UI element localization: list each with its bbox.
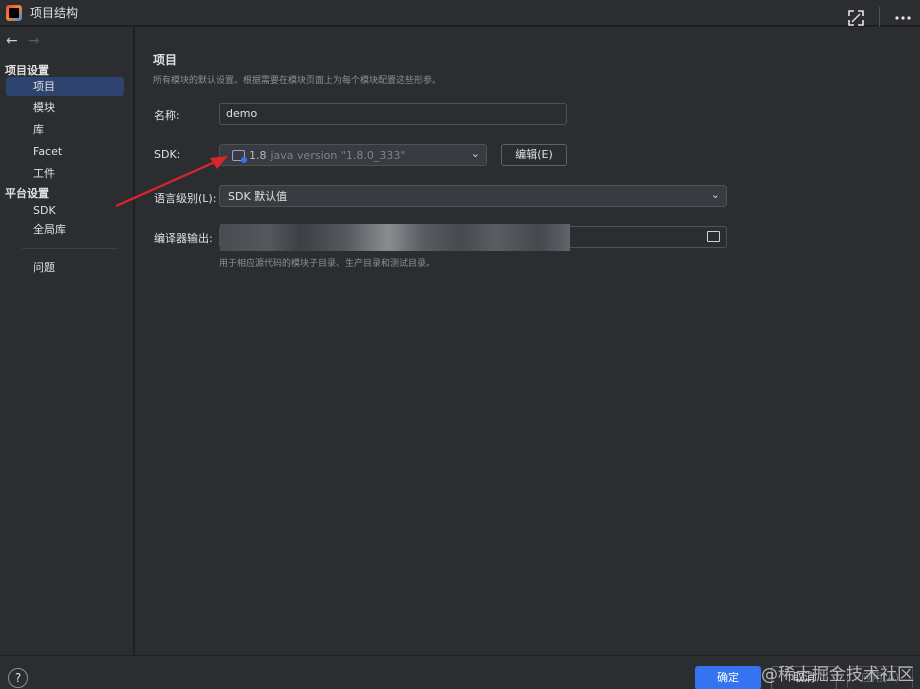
sidebar-divider (22, 248, 118, 249)
sidebar-item-problems[interactable]: 问题 (6, 258, 124, 277)
chevron-down-icon: ⌄ (710, 188, 720, 201)
compiler-output-label: 编译器输出: (154, 232, 213, 245)
ok-button[interactable]: 确定 (695, 666, 761, 689)
sdk-dropdown[interactable]: 1.8 java version "1.8.0_333" ⌄ (219, 144, 487, 166)
sidebar: ← → 项目设置 项目 模块 库 Facet 工件 平台设置 SDK 全局库 问… (0, 27, 134, 655)
sidebar-item-project[interactable]: 项目 (6, 77, 124, 96)
compiler-output-hint: 用于相应源代码的模块子目录、生产目录和测试目录。 (219, 259, 436, 269)
window-title: 项目结构 (30, 6, 79, 20)
project-name-field[interactable]: demo (219, 103, 567, 125)
main-panel: 项目 所有模块的默认设置。根据需要在模块页面上为每个模块配置这些形参。 名称: … (135, 27, 920, 655)
sidebar-item-libraries[interactable]: 库 (6, 120, 124, 139)
folder-icon[interactable] (707, 231, 720, 242)
section-platform-settings: 平台设置 (5, 187, 49, 200)
language-level-dropdown[interactable]: SDK 默认值 ⌄ (219, 185, 727, 207)
navigation-arrows: ← → (6, 33, 39, 49)
sidebar-item-facets[interactable]: Facet (6, 142, 124, 161)
chevron-down-icon: ⌄ (470, 147, 480, 160)
name-label: 名称: (154, 109, 180, 122)
title-bar: 项目结构 (0, 0, 920, 26)
compiler-output-field[interactable] (219, 224, 727, 251)
edit-sdk-button[interactable]: 编辑(E) (501, 144, 567, 166)
section-project-settings: 项目设置 (5, 64, 49, 77)
back-arrow-icon[interactable]: ← (6, 33, 18, 49)
help-icon[interactable]: ? (8, 668, 28, 688)
forward-arrow-icon[interactable]: → (28, 33, 40, 49)
watermark: @稀土掘金技术社区 (761, 665, 914, 685)
top-divider (879, 7, 880, 29)
sidebar-item-sdk[interactable]: SDK (6, 201, 124, 220)
sidebar-item-artifacts[interactable]: 工件 (6, 164, 124, 183)
sdk-version-detail: java version "1.8.0_333" (270, 148, 406, 162)
language-level-value: SDK 默认值 (228, 190, 288, 203)
annotation-arrow (115, 156, 228, 208)
dialog-footer: ? 确定 取消 应用(A) @稀土掘金技术社区 (0, 655, 920, 689)
redacted-path (220, 224, 570, 251)
sidebar-item-global-libraries[interactable]: 全局库 (6, 220, 124, 239)
page-title: 项目 (153, 53, 178, 67)
sidebar-item-modules[interactable]: 模块 (6, 98, 124, 117)
app-logo-icon (6, 4, 22, 21)
sdk-version: 1.8 (249, 148, 267, 162)
page-description: 所有模块的默认设置。根据需要在模块页面上为每个模块配置这些形参。 (153, 76, 442, 86)
